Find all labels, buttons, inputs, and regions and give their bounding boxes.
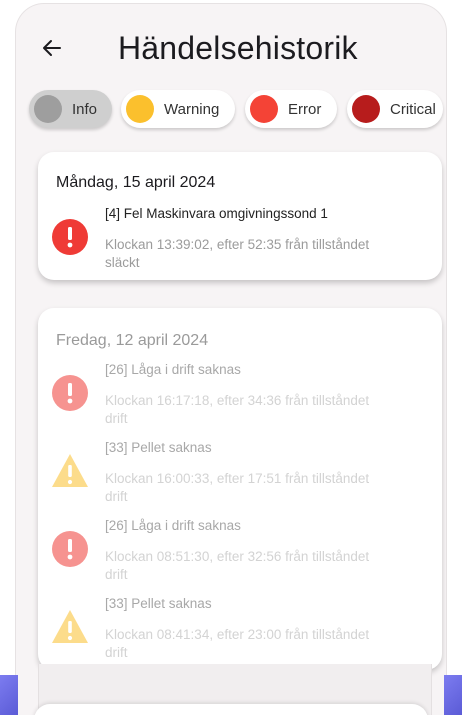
filter-chip-critical[interactable]: Critical	[347, 90, 443, 128]
screen-edge-accent	[444, 675, 462, 715]
event-time-line2: drift	[105, 489, 128, 504]
event-time-line1: Klockan 16:17:18, efter 34:36 från tills…	[105, 393, 370, 408]
event-time-line2: släckt	[105, 255, 140, 270]
filter-chip-info[interactable]: Info	[29, 90, 112, 128]
event-code: [26] Låga i drift saknas	[105, 518, 241, 533]
app-screen: Händelsehistorik Info Warning Error Crit…	[16, 4, 446, 715]
event-time-line2: drift	[105, 567, 128, 582]
day-date: Fredag, 12 april 2024	[56, 332, 209, 349]
arrow-left-icon	[43, 40, 61, 56]
phone-frame: Händelsehistorik Info Warning Error Crit…	[0, 0, 462, 715]
event-code: [4] Fel Maskinvara omgivningssond 1	[105, 206, 328, 221]
event-code: [33] Pellet saknas	[105, 440, 212, 455]
next-day-card	[34, 704, 428, 715]
error-icon	[52, 375, 88, 411]
filter-chip-label: Error	[288, 100, 322, 118]
filter-chip-label: Critical	[390, 100, 436, 118]
warning-icon	[52, 610, 88, 643]
info-color-dot-icon	[34, 95, 62, 123]
screen-edge-accent	[0, 675, 18, 715]
filter-chip-warning[interactable]: Warning	[121, 90, 235, 128]
day-date: Måndag, 15 april 2024	[56, 174, 216, 191]
event-time-line1: Klockan 08:51:30, efter 32:56 från tills…	[105, 549, 370, 564]
event-code: [26] Låga i drift saknas	[105, 362, 241, 377]
app-bar: Händelsehistorik	[16, 4, 446, 84]
event-time-line1: Klockan 16:00:33, efter 17:51 från tills…	[105, 471, 370, 486]
warning-icon	[52, 454, 88, 487]
event-time-line1: Klockan 08:41:34, efter 23:00 från tills…	[105, 627, 370, 642]
filter-chip-error[interactable]: Error	[245, 90, 337, 128]
page-title: Händelsehistorik	[118, 30, 358, 66]
warning-color-dot-icon	[126, 95, 154, 123]
critical-color-dot-icon	[352, 95, 380, 123]
day-card: Fredag, 12 april 2024 [26] Låga i drift …	[38, 308, 442, 670]
event-time-line2: drift	[105, 411, 128, 426]
back-button[interactable]	[36, 32, 68, 64]
error-color-dot-icon	[250, 95, 278, 123]
filter-chips: Info Warning Error Critical	[24, 90, 446, 134]
error-icon	[52, 219, 88, 255]
filter-chip-label: Warning	[164, 100, 220, 118]
filter-chip-label: Info	[72, 100, 98, 118]
event-time-line2: drift	[105, 645, 128, 660]
day-card: Måndag, 15 april 2024 [4] Fel Maskinvara…	[38, 152, 442, 280]
event-time-line1: Klockan 13:39:02, efter 52:35 från tills…	[105, 237, 370, 252]
event-code: [33] Pellet saknas	[105, 596, 212, 611]
error-icon	[52, 531, 88, 567]
